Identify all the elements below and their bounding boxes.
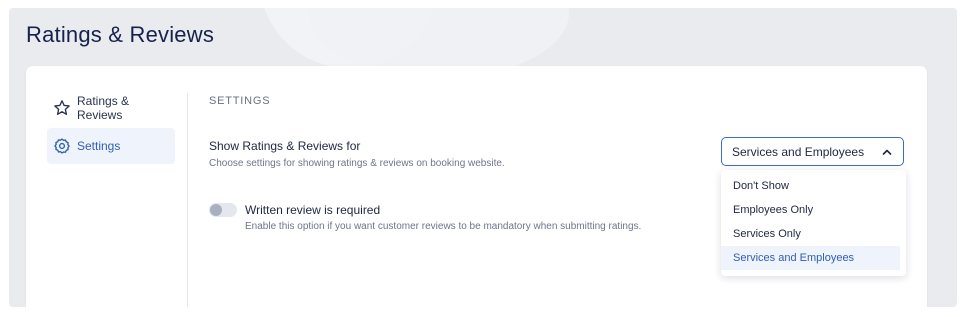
- chevron-up-icon: [881, 146, 893, 158]
- vertical-divider: [187, 93, 188, 307]
- section-title: SETTINGS: [209, 95, 271, 107]
- written-review-toggle[interactable]: [209, 203, 237, 217]
- star-icon: [53, 99, 71, 117]
- dropdown-option-dont-show[interactable]: Don't Show: [721, 174, 900, 198]
- dropdown-option-employees-only[interactable]: Employees Only: [721, 198, 900, 222]
- toggle-knob: [210, 204, 222, 216]
- written-review-label: Written review is required: [245, 203, 381, 217]
- page-background: Ratings & Reviews Ratings & Reviews Sett…: [9, 8, 957, 307]
- settings-card: Ratings & Reviews Settings SETTINGS Show…: [26, 66, 927, 307]
- show-ratings-dropdown: Don't Show Employees Only Services Only …: [721, 170, 906, 276]
- sidebar-item-settings[interactable]: Settings: [47, 128, 175, 164]
- gear-icon: [53, 137, 71, 155]
- dropdown-option-services-only[interactable]: Services Only: [721, 222, 900, 246]
- settings-sidebar: Ratings & Reviews Settings: [47, 90, 175, 164]
- sidebar-item-label: Settings: [77, 139, 121, 153]
- sidebar-item-ratings-reviews[interactable]: Ratings & Reviews: [47, 90, 175, 126]
- show-ratings-description: Choose settings for showing ratings & re…: [209, 158, 505, 169]
- select-value: Services and Employees: [732, 144, 865, 159]
- dropdown-option-services-and-employees[interactable]: Services and Employees: [721, 246, 900, 270]
- show-ratings-select[interactable]: Services and Employees: [721, 137, 904, 166]
- show-ratings-label: Show Ratings & Reviews for: [209, 139, 361, 153]
- written-review-description: Enable this option if you want customer …: [245, 221, 642, 232]
- sidebar-item-label: Ratings & Reviews: [77, 94, 130, 122]
- page-title: Ratings & Reviews: [26, 22, 215, 47]
